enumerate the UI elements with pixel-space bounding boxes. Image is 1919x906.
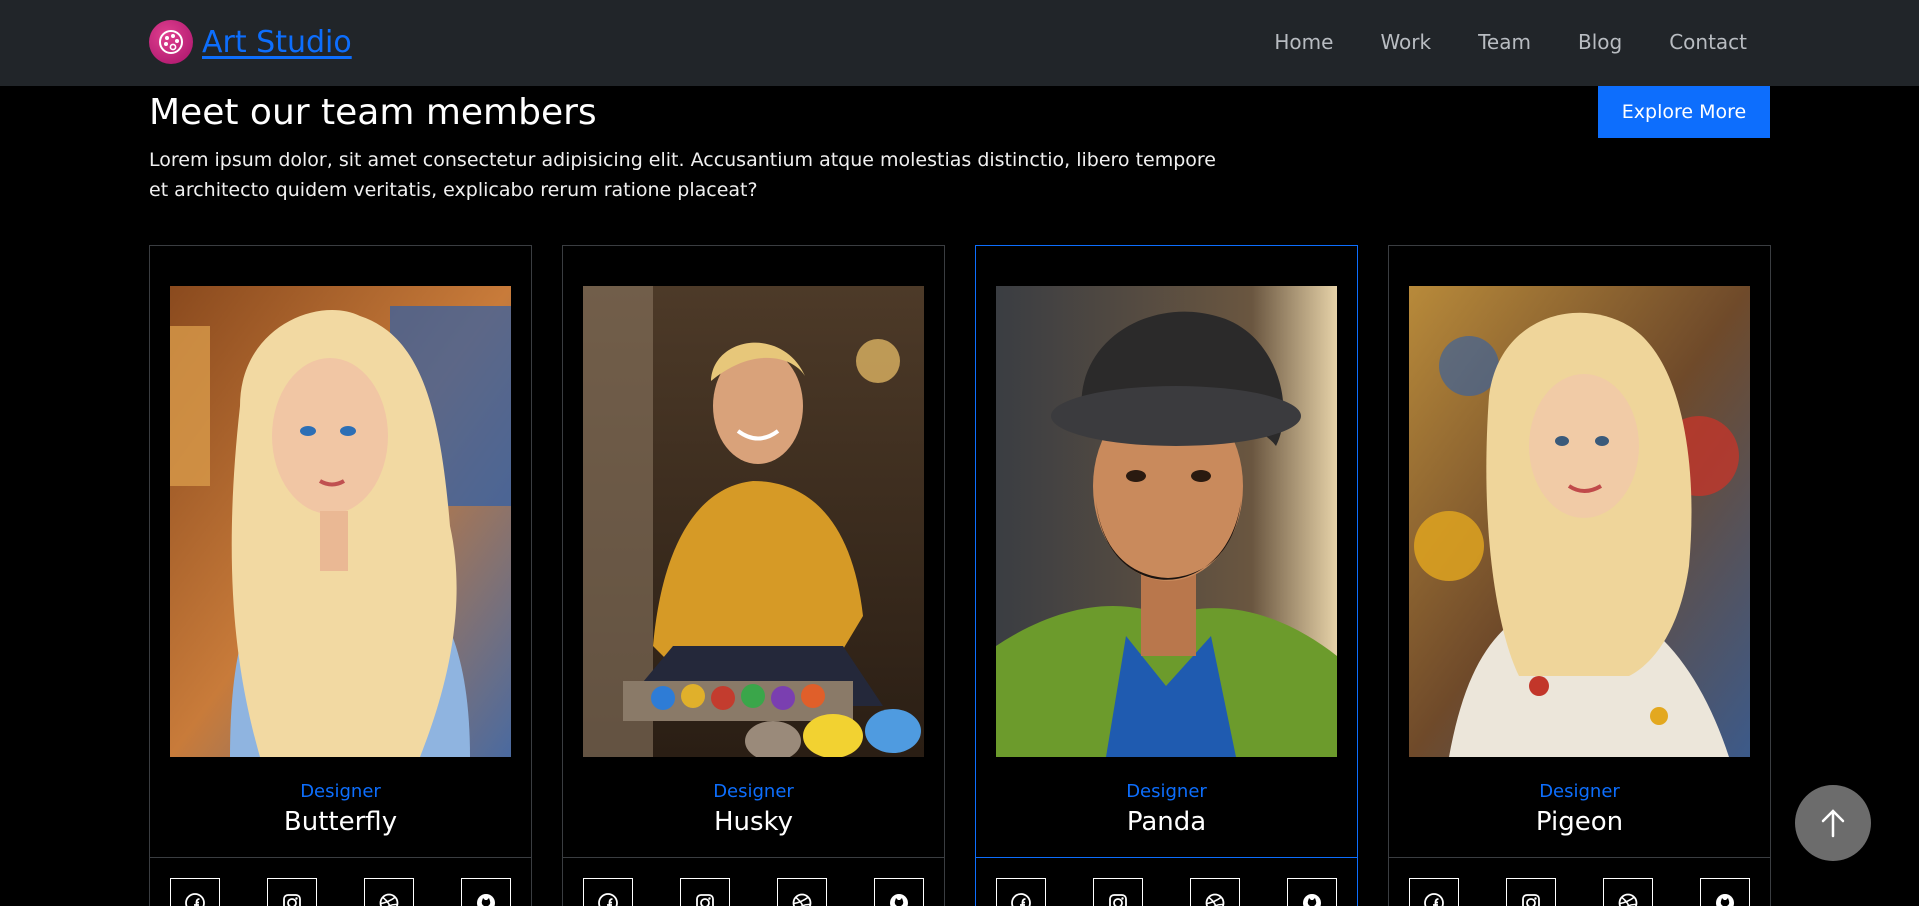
member-portrait-image: [583, 286, 924, 757]
instagram-icon[interactable]: [1093, 878, 1143, 906]
brand-link[interactable]: Art Studio: [149, 20, 352, 64]
instagram-icon[interactable]: [680, 878, 730, 906]
team-card[interactable]: Designer Husky: [562, 245, 945, 906]
social-links: [996, 878, 1337, 906]
navbar: Art Studio Home Work Team Blog Contact: [0, 0, 1919, 86]
card-divider: [563, 857, 944, 858]
member-role: Designer: [300, 781, 381, 802]
member-name: Panda: [1126, 807, 1207, 837]
instagram-icon[interactable]: [267, 878, 317, 906]
member-name: Husky: [713, 807, 794, 837]
dribbble-icon[interactable]: [777, 878, 827, 906]
member-role: Designer: [1539, 781, 1620, 802]
github-icon[interactable]: [874, 878, 924, 906]
dribbble-icon[interactable]: [1603, 878, 1653, 906]
nav-contact[interactable]: Contact: [1622, 26, 1747, 58]
palette-icon: [149, 20, 193, 64]
card-divider: [976, 857, 1357, 858]
member-role: Designer: [1126, 781, 1207, 802]
nav-work[interactable]: Work: [1333, 26, 1431, 58]
member-portrait-image: [1409, 286, 1750, 757]
nav-blog[interactable]: Blog: [1531, 26, 1622, 58]
team-card[interactable]: Designer Pigeon: [1388, 245, 1771, 906]
card-divider: [150, 857, 531, 858]
member-portrait-image: [170, 286, 511, 757]
member-name: Butterfly: [283, 807, 398, 837]
dribbble-icon[interactable]: [364, 878, 414, 906]
main-nav: Home Work Team Blog Contact: [1274, 26, 1747, 58]
social-links: [1409, 878, 1750, 906]
card-divider: [1389, 857, 1770, 858]
dribbble-icon[interactable]: [1190, 878, 1240, 906]
facebook-icon[interactable]: [1409, 878, 1459, 906]
section-description: Lorem ipsum dolor, sit amet consectetur …: [149, 149, 1216, 201]
member-role: Designer: [713, 781, 794, 802]
social-links: [170, 878, 511, 906]
github-icon[interactable]: [1287, 878, 1337, 906]
github-icon[interactable]: [1700, 878, 1750, 906]
nav-home[interactable]: Home: [1274, 26, 1333, 58]
github-icon[interactable]: [461, 878, 511, 906]
facebook-icon[interactable]: [996, 878, 1046, 906]
team-card[interactable]: Designer Panda: [975, 245, 1358, 906]
explore-more-button[interactable]: Explore More: [1598, 86, 1770, 138]
facebook-icon[interactable]: [583, 878, 633, 906]
member-portrait-image: [996, 286, 1337, 757]
social-links: [583, 878, 924, 906]
facebook-icon[interactable]: [170, 878, 220, 906]
back-to-top-button[interactable]: [1795, 785, 1871, 861]
team-card[interactable]: Designer Butterfly: [149, 245, 532, 906]
brand-name: Art Studio: [202, 24, 352, 60]
arrow-up-icon: [1821, 809, 1845, 838]
instagram-icon[interactable]: [1506, 878, 1556, 906]
section-title: Meet our team members: [149, 92, 597, 133]
member-name: Pigeon: [1535, 807, 1624, 837]
nav-team[interactable]: Team: [1431, 26, 1531, 58]
